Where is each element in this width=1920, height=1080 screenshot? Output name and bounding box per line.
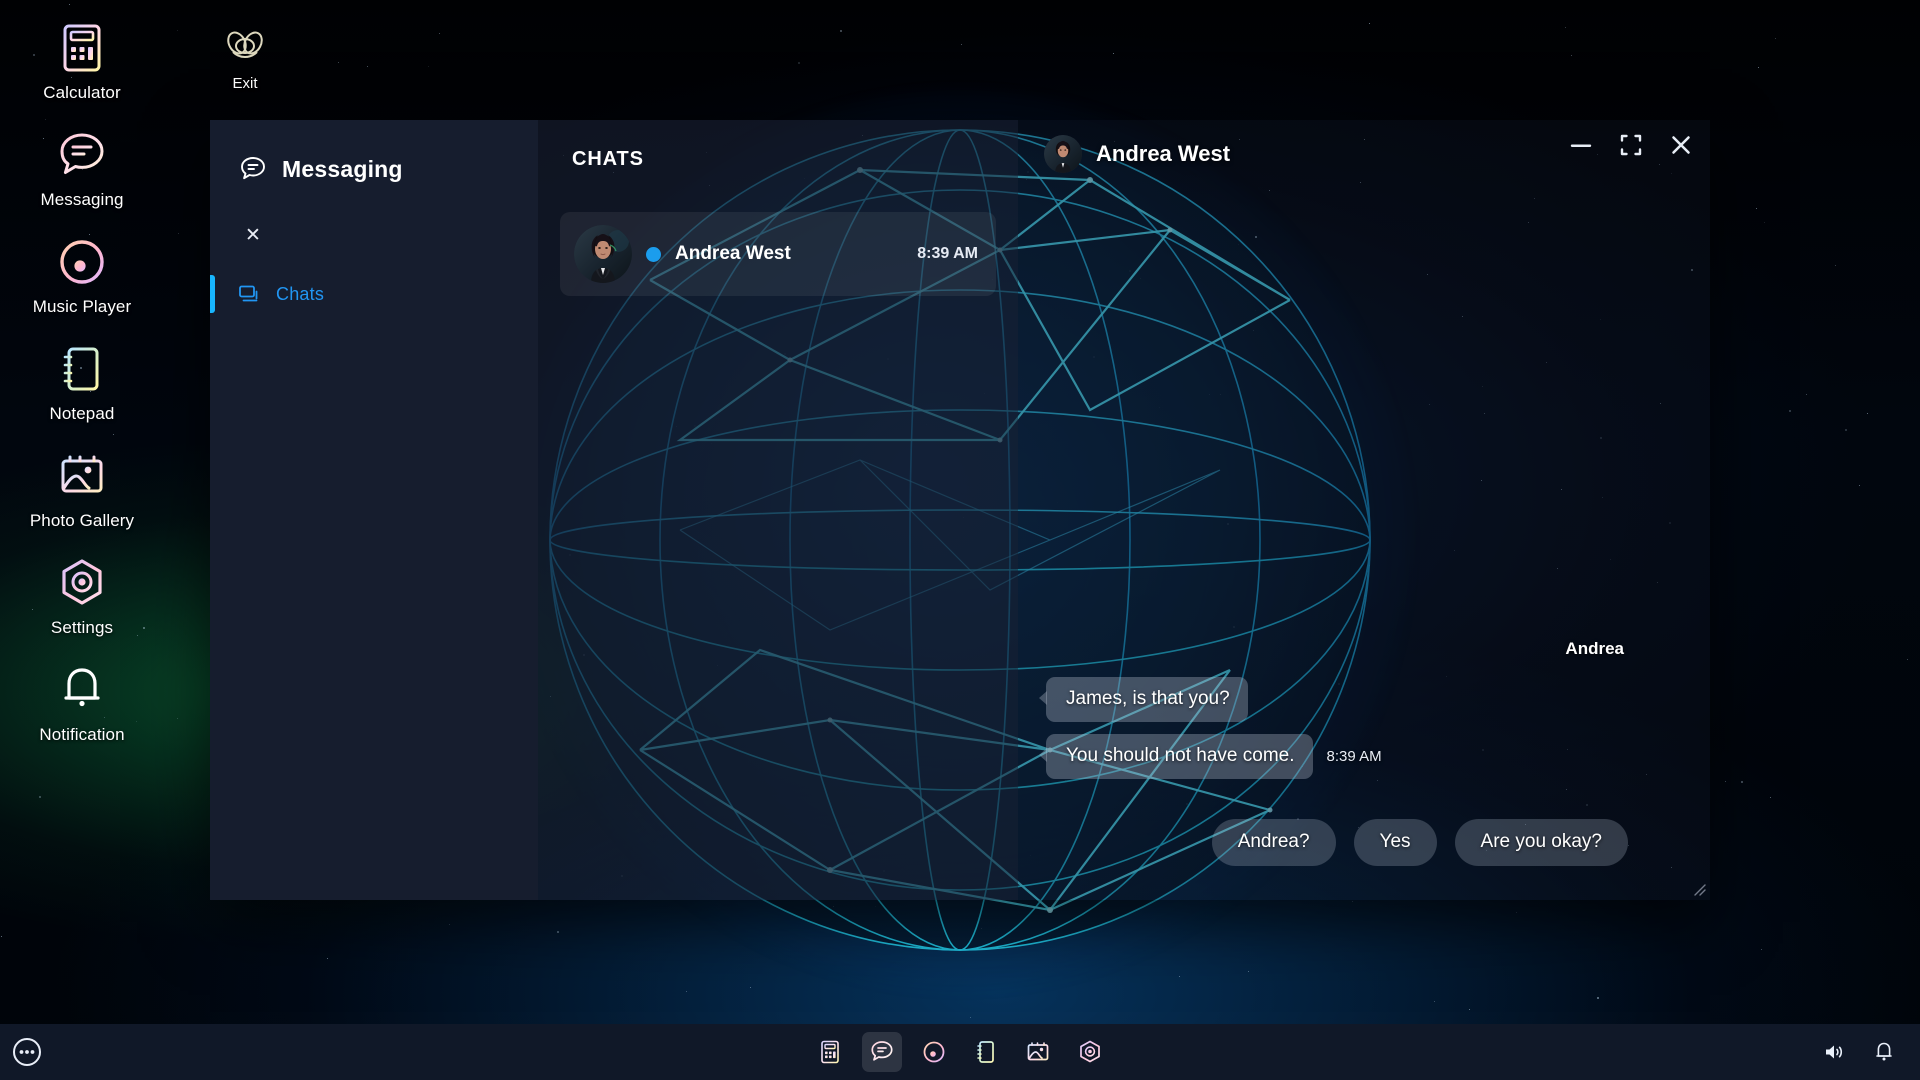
desktop-icon-label: Music Player	[32, 297, 132, 316]
desktop-icon-music-player[interactable]: Music Player	[7, 228, 157, 319]
message-bubble: You should not have come.	[1039, 734, 1313, 779]
desktop-icon-label: Photo Gallery	[29, 511, 135, 530]
messaging-window: Messaging ✕ Chats CHATS Andrea West 8:39…	[210, 120, 1710, 900]
taskbar-app-messaging[interactable]	[862, 1032, 902, 1072]
start-menu-icon[interactable]	[10, 1035, 44, 1069]
desktop-icon-calculator[interactable]: Calculator	[7, 14, 157, 105]
conversation-contact-name: Andrea West	[1096, 141, 1231, 166]
calculator-icon	[54, 20, 110, 76]
desktop-icon-photo-gallery[interactable]: Photo Gallery	[7, 442, 157, 533]
window-controls	[1566, 130, 1696, 160]
taskbar-app-calculator[interactable]	[810, 1032, 850, 1072]
desktop-icon-messaging[interactable]: Messaging	[7, 121, 157, 212]
chat-bubble-icon	[238, 154, 268, 184]
minimize-button[interactable]	[1566, 130, 1596, 160]
active-indicator	[210, 275, 215, 313]
conversation-panel: Andrea West Andrea James, is that you? Y…	[1018, 120, 1710, 900]
desktop-icon-label: Notification	[39, 725, 125, 744]
app-title: Messaging	[282, 155, 403, 182]
photo-gallery-icon	[54, 448, 110, 504]
chat-list-panel: CHATS Andrea West 8:39 AM	[538, 120, 1018, 900]
taskbar-left	[10, 1024, 44, 1080]
quick-reply-1[interactable]: Andrea?	[1211, 819, 1336, 866]
volume-icon[interactable]	[1822, 1040, 1846, 1064]
quick-reply-suggestions: Andrea? Yes Are you okay?	[1046, 791, 1682, 900]
chats-icon	[238, 283, 260, 305]
desktop-icon-notepad[interactable]: Notepad	[7, 335, 157, 426]
taskbar-app-list	[810, 1024, 1110, 1080]
taskbar-app-music-player[interactable]	[914, 1032, 954, 1072]
desktop-icon-list: Calculator Messaging Music Player Notepa…	[0, 0, 164, 1010]
sidebar-nav: Chats	[210, 272, 538, 316]
notepad-icon	[54, 341, 110, 397]
sidebar-close-button[interactable]: ✕	[238, 220, 268, 250]
message-row: You should not have come. 8:39 AM	[1039, 734, 1682, 779]
sidebar-item-chats[interactable]: Chats	[210, 272, 538, 316]
settings-icon	[54, 555, 110, 611]
sidebar-item-label: Chats	[276, 283, 325, 304]
music-player-icon	[54, 234, 110, 290]
chat-list-item-time: 8:39 AM	[917, 245, 978, 262]
desktop-icon-label: Messaging	[40, 190, 124, 209]
quick-reply-2[interactable]: Yes	[1353, 819, 1437, 866]
exit-icon	[222, 24, 268, 70]
chat-list-item-name: Andrea West	[675, 243, 791, 264]
message-row: James, is that you?	[1039, 677, 1682, 722]
messaging-icon	[54, 127, 110, 183]
message-bubble: James, is that you?	[1039, 677, 1248, 722]
maximize-button[interactable]	[1616, 130, 1646, 160]
desktop-icon-notification[interactable]: Notification	[7, 656, 157, 747]
desktop-icon-settings[interactable]: Settings	[7, 549, 157, 640]
desktop: Calculator Messaging Music Player Notepa…	[0, 0, 1920, 1080]
quick-reply-3[interactable]: Are you okay?	[1454, 819, 1628, 866]
avatar	[574, 225, 632, 283]
close-button[interactable]	[1666, 130, 1696, 160]
taskbar	[0, 1024, 1920, 1080]
notification-bell-icon[interactable]	[1872, 1040, 1896, 1064]
notification-icon	[54, 662, 110, 718]
desktop-icon-label: Notepad	[49, 404, 115, 423]
taskbar-tray	[1822, 1024, 1896, 1080]
message-list: Andrea James, is that you? You should no…	[1018, 178, 1710, 900]
desktop-icon-label: Calculator	[43, 83, 121, 102]
resize-handle[interactable]	[1690, 880, 1706, 896]
chat-list-item-andrea-west[interactable]: Andrea West 8:39 AM	[560, 212, 996, 296]
avatar	[1044, 135, 1082, 173]
chat-list-header: CHATS	[572, 148, 644, 170]
desktop-icon-label: Settings	[50, 618, 114, 637]
taskbar-app-notepad[interactable]	[966, 1032, 1006, 1072]
app-sidebar: Messaging ✕ Chats	[210, 120, 538, 900]
message-sender-label: Andrea	[1565, 639, 1624, 658]
taskbar-app-settings[interactable]	[1070, 1032, 1110, 1072]
taskbar-app-photo-gallery[interactable]	[1018, 1032, 1058, 1072]
status-dot-online	[646, 246, 661, 262]
desktop-icon-exit[interactable]: Exit	[190, 24, 300, 92]
app-brand: Messaging	[210, 142, 538, 190]
exit-label: Exit	[232, 75, 258, 92]
message-timestamp: 8:39 AM	[1326, 748, 1382, 765]
